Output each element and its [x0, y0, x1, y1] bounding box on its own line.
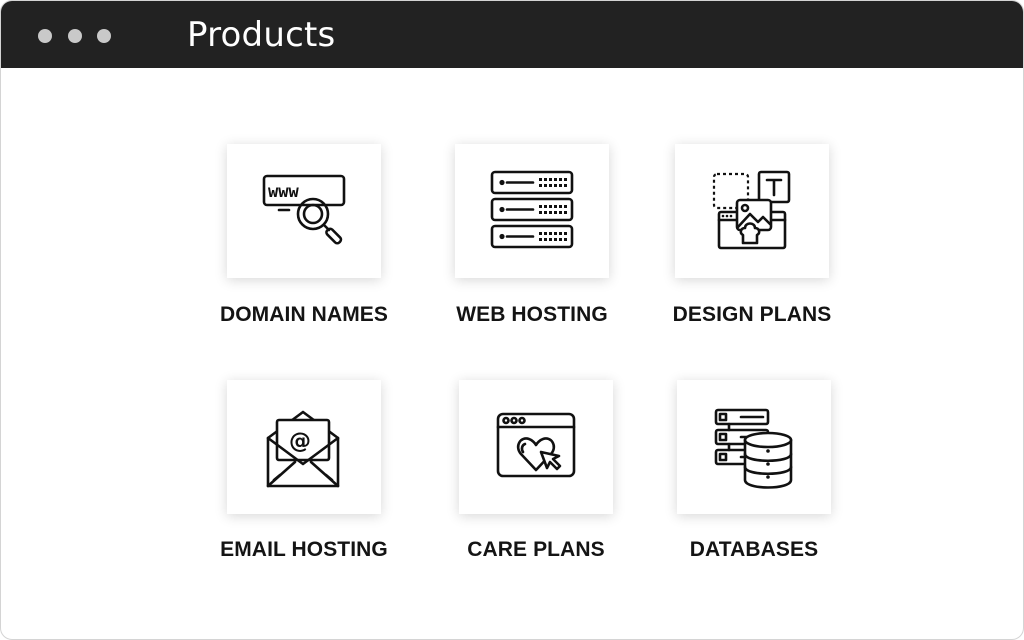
server-rack-icon: [490, 170, 574, 249]
email-envelope-icon: @: [266, 410, 340, 488]
svg-text:@: @: [289, 429, 311, 454]
database-server-icon: [714, 408, 793, 489]
window-title: Products: [187, 15, 336, 55]
window-control-dot[interactable]: [68, 29, 82, 43]
product-tile-care-plans[interactable]: [459, 380, 613, 514]
product-label-design-plans[interactable]: DESIGN PLANS: [622, 303, 882, 327]
design-tools-icon: [712, 170, 791, 250]
product-tile-email-hosting[interactable]: @: [227, 380, 381, 514]
product-tile-web-hosting[interactable]: [455, 144, 609, 278]
title-bar: Products: [1, 1, 1023, 68]
www-search-icon: www: [262, 174, 346, 245]
window-control-dot[interactable]: [97, 29, 111, 43]
product-label-databases[interactable]: DATABASES: [624, 538, 884, 562]
svg-text:www: www: [268, 182, 299, 202]
window-control-dot[interactable]: [38, 29, 52, 43]
products-window: Products www DOMAIN NAMES WEB HOSTING DE…: [0, 0, 1024, 640]
product-label-domain-names[interactable]: DOMAIN NAMES: [174, 303, 434, 327]
product-label-email-hosting[interactable]: EMAIL HOSTING: [174, 538, 434, 562]
product-tile-domain-names[interactable]: www: [227, 144, 381, 278]
browser-heart-icon: [496, 412, 576, 478]
product-tile-databases[interactable]: [677, 380, 831, 514]
product-tile-design-plans[interactable]: [675, 144, 829, 278]
